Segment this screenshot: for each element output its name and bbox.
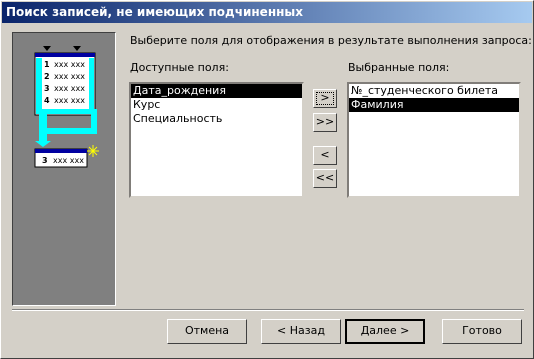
illus-row-text: xxx xxx	[53, 156, 84, 165]
remove-all-fields-button[interactable]: <<	[313, 169, 337, 188]
selected-fields-list[interactable]: №_студенческого билета Фамилия	[347, 82, 521, 198]
list-item[interactable]: №_студенческого билета	[349, 84, 519, 98]
window-title: Поиск записей, не имеющих подчиненных	[2, 2, 532, 23]
illus-row-number: 3	[44, 84, 50, 93]
column-marker-icon	[73, 46, 81, 51]
illus-bottom-row-number: 3	[42, 156, 48, 165]
illustration-graphic: 1 xxx xxx 2 xxx xxx 3 xxx xxx 4 xxx xxx …	[34, 46, 99, 168]
illus-row-number: 4	[44, 96, 50, 105]
cancel-button[interactable]: Отмена	[167, 319, 247, 344]
illus-row-number: 2	[44, 72, 50, 81]
wizard-window: Поиск записей, не имеющих подчиненных 1 …	[0, 0, 534, 359]
illus-row-text: xxx xxx	[54, 60, 85, 69]
list-item[interactable]: Специальность	[131, 112, 302, 126]
illus-row-text: xxx xxx	[54, 96, 85, 105]
finish-button[interactable]: Готово	[442, 319, 522, 344]
list-item[interactable]: Фамилия	[349, 98, 519, 112]
available-fields-list[interactable]: Дата_рождения Курс Специальность	[129, 82, 304, 198]
list-item[interactable]: Курс	[131, 98, 302, 112]
add-field-button[interactable]: >	[313, 89, 337, 108]
illus-row-text: xxx xxx	[54, 84, 85, 93]
list-item[interactable]: Дата_рождения	[131, 84, 302, 98]
footer-divider	[12, 309, 524, 311]
selected-fields-label: Выбранные поля:	[348, 61, 450, 74]
instruction-text: Выберите поля для отображения в результа…	[130, 34, 532, 47]
available-fields-label: Доступные поля:	[130, 61, 229, 74]
illus-row-text: xxx xxx	[54, 72, 85, 81]
wizard-illustration: 1 xxx xxx 2 xxx xxx 3 xxx xxx 4 xxx xxx …	[12, 32, 116, 306]
back-button[interactable]: < Назад	[261, 319, 341, 344]
remove-field-button[interactable]: <	[313, 146, 337, 165]
next-button[interactable]: Далее >	[345, 319, 425, 344]
illus-row-number: 1	[44, 60, 50, 69]
add-all-fields-button[interactable]: >>	[313, 113, 337, 132]
column-marker-icon	[43, 46, 51, 51]
